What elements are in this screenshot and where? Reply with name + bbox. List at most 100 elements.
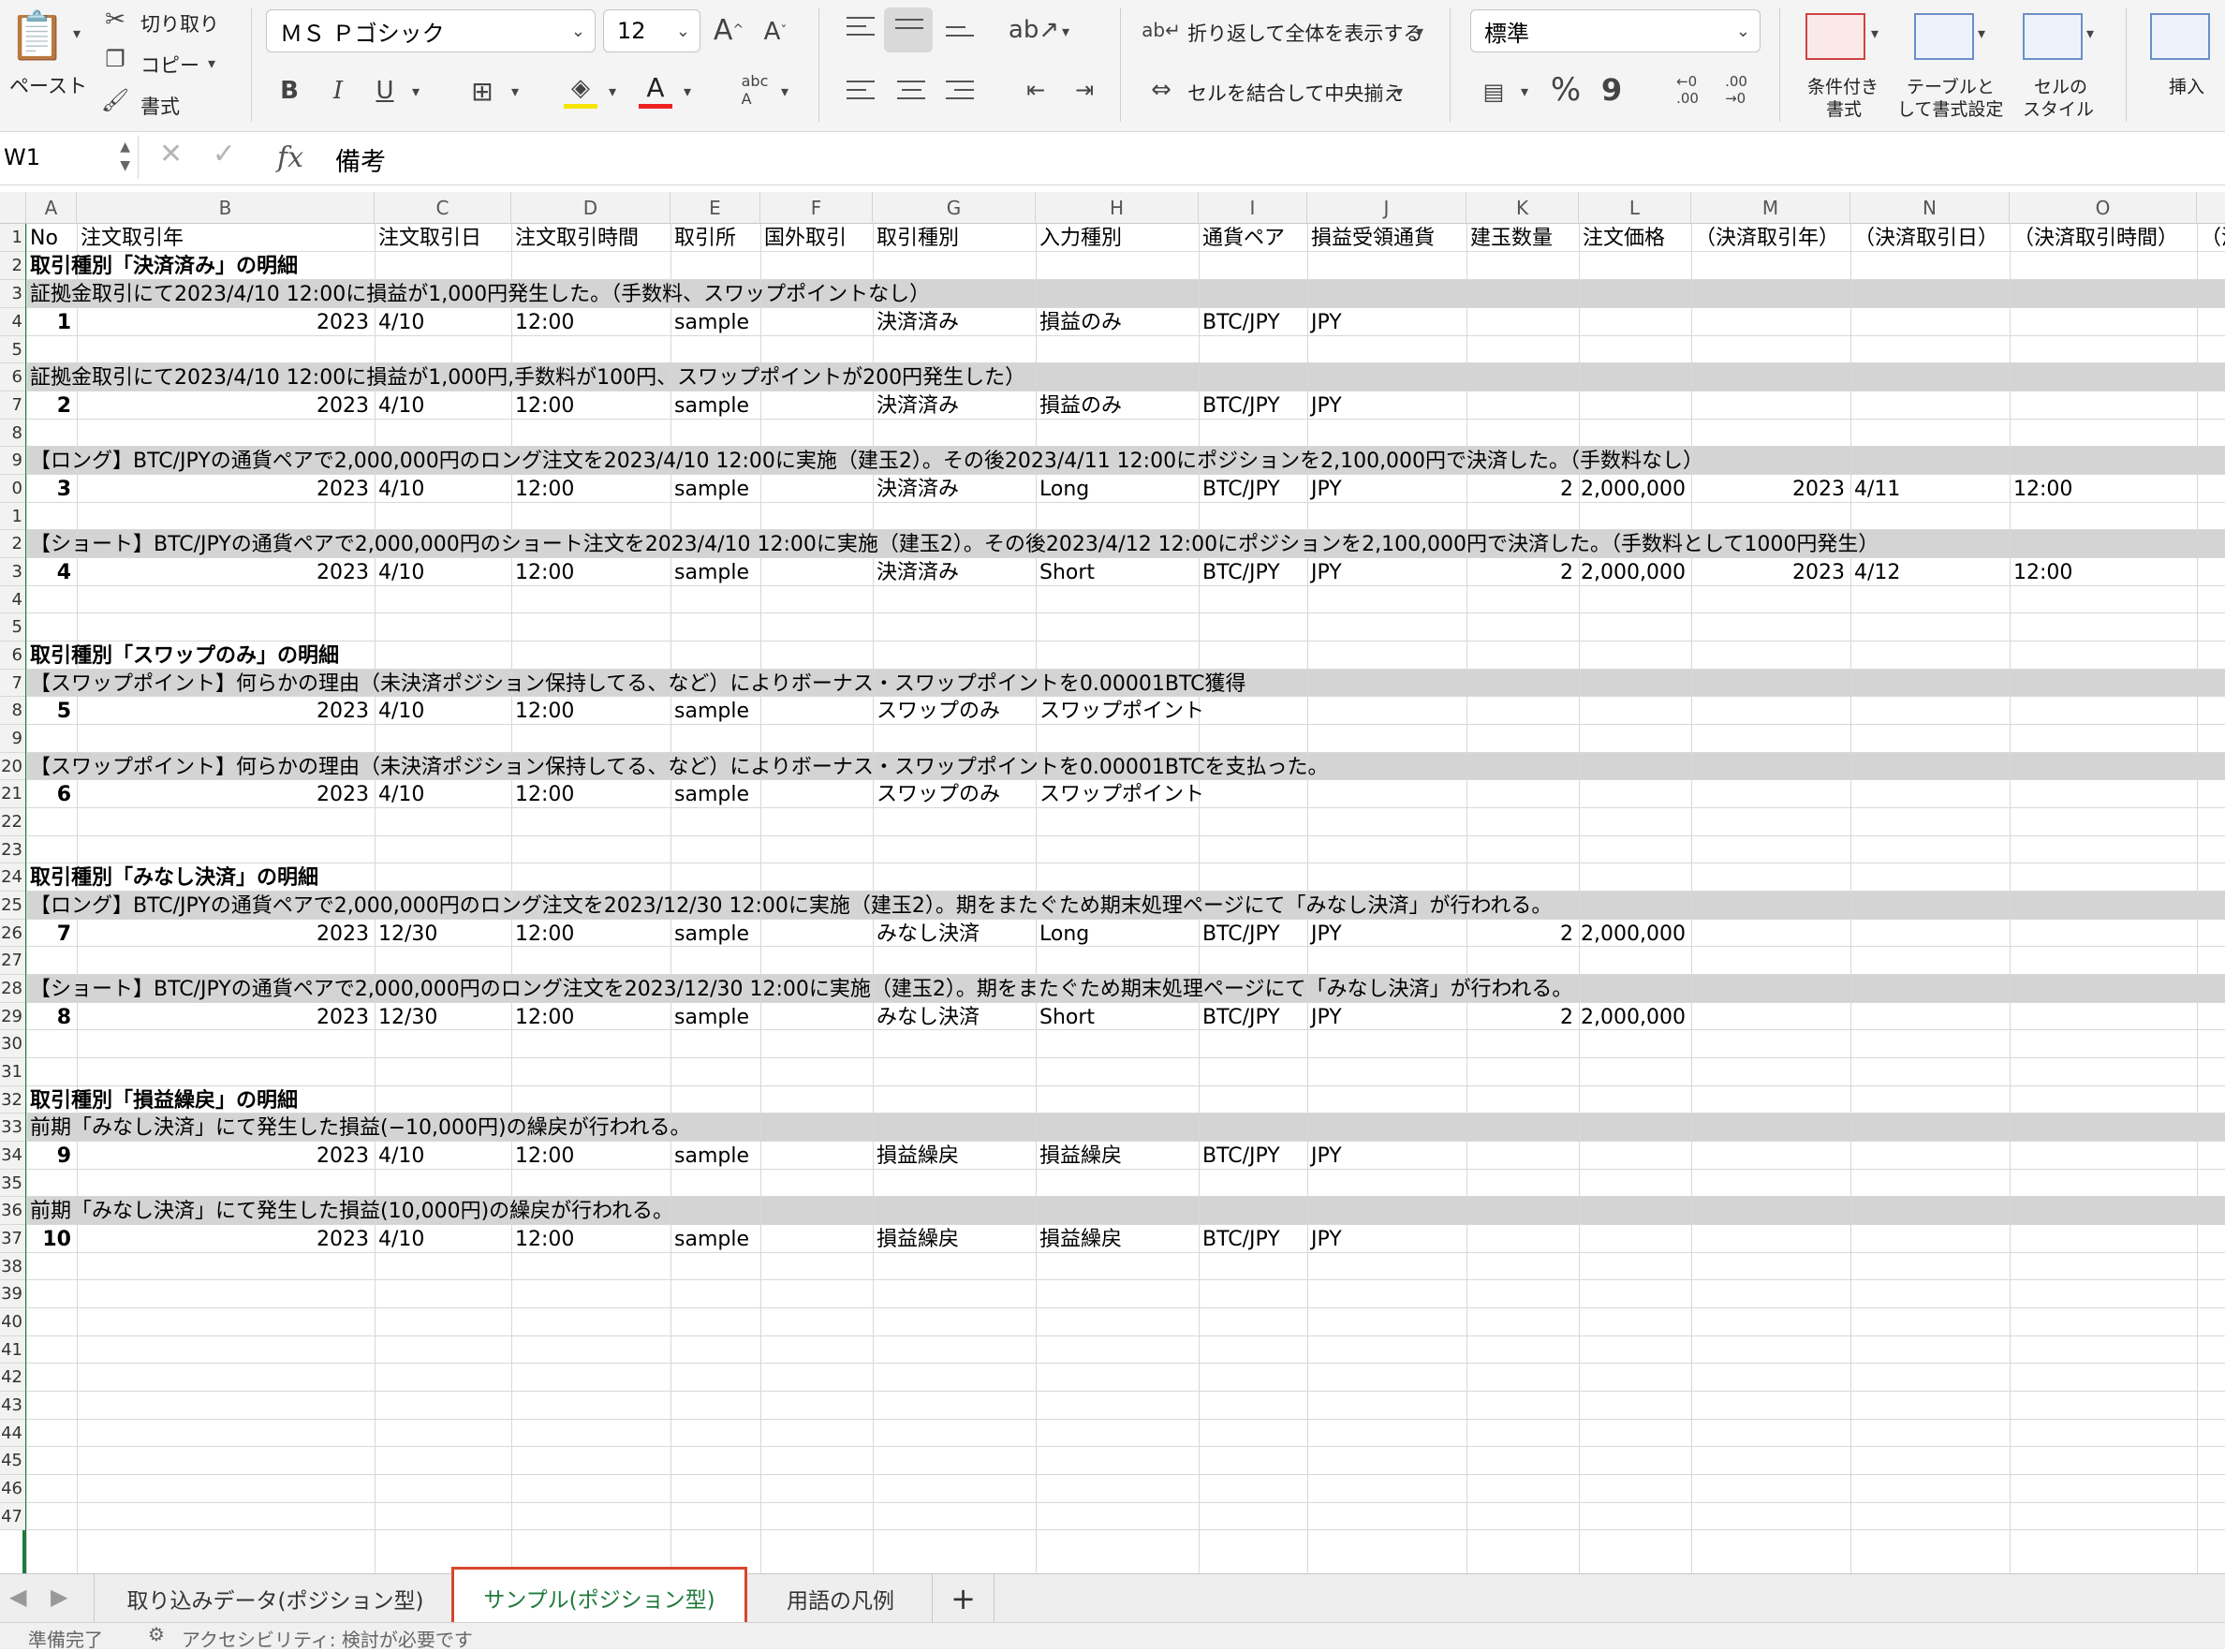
number-format-select[interactable]: 標準 ⌄ (1470, 9, 1761, 52)
trade-type[interactable]: 損益繰戻 (877, 1146, 959, 1167)
pl-currency[interactable]: JPY (1311, 1008, 1342, 1028)
order-price[interactable]: 2,000,000 (1579, 479, 1686, 500)
font-size-select[interactable]: 12 ⌄ (603, 9, 700, 52)
column-header-j[interactable]: J (1307, 192, 1466, 224)
row-header[interactable]: 7 (0, 391, 25, 420)
order-date[interactable]: 4/10 (378, 701, 424, 722)
header-cell[interactable]: 取引所 (674, 229, 736, 249)
pl-currency[interactable]: JPY (1311, 924, 1342, 945)
paste-dropdown-icon[interactable]: ▾ (73, 24, 81, 42)
input-type[interactable]: 損益のみ (1039, 396, 1122, 417)
order-time[interactable]: 12:00 (515, 785, 574, 805)
trade-type[interactable]: 決済済み (877, 313, 959, 333)
record-no[interactable]: 1 (26, 313, 71, 333)
order-date[interactable]: 4/10 (378, 563, 424, 583)
row-header[interactable]: 38 (0, 1253, 25, 1280)
header-cell[interactable]: 入力種別 (1039, 229, 1122, 249)
insert-icon[interactable] (2150, 13, 2210, 60)
scissors-icon[interactable]: ✂ (101, 6, 129, 34)
exchange[interactable]: sample (674, 1230, 749, 1250)
copy-dropdown-icon[interactable]: ▾ (208, 54, 215, 72)
copy-icon[interactable]: ❐ (99, 45, 131, 73)
table-format-dropdown-icon[interactable]: ▾ (1978, 24, 1985, 42)
settle-date[interactable]: 4/11 (1854, 479, 1900, 500)
row-header[interactable]: 9 (0, 725, 25, 753)
column-header-n[interactable]: N (1850, 192, 2010, 224)
order-time[interactable]: 12:00 (515, 563, 574, 583)
table-format-label-2[interactable]: して書式設定 (1897, 96, 2003, 121)
row-header[interactable]: 9 (0, 447, 25, 475)
exchange[interactable]: sample (674, 479, 749, 500)
header-cell[interactable]: （決 (2201, 229, 2225, 249)
merge-center-icon[interactable]: ⇔ (1144, 73, 1178, 107)
row-header[interactable]: 25 (0, 892, 25, 920)
row-header[interactable]: 2 (0, 252, 25, 280)
sheet-tab-sample[interactable]: サンプル(ポジション型) (451, 1567, 747, 1629)
section-title[interactable]: 取引種別「損益繰戻」の明細 (30, 1091, 298, 1112)
align-bottom-icon[interactable] (946, 26, 974, 43)
pl-currency[interactable]: JPY (1311, 396, 1342, 417)
row-header[interactable]: 5 (0, 613, 25, 642)
exchange[interactable]: sample (674, 1008, 749, 1028)
row-header[interactable]: 37 (0, 1225, 25, 1253)
exchange[interactable]: sample (674, 313, 749, 333)
description-cell[interactable]: 【スワップポイント】何らかの理由（未決済ポジション保持してる、など）によりボーナ… (30, 674, 1245, 695)
order-date[interactable]: 4/10 (378, 479, 424, 500)
underline-dropdown-icon[interactable]: ▾ (412, 82, 420, 100)
orientation-icon[interactable]: ab↗ (1009, 11, 1059, 49)
decrease-font-icon[interactable]: Aˇ (759, 13, 792, 51)
settle-time[interactable]: 12:00 (2013, 479, 2072, 500)
order-date[interactable]: 4/10 (378, 1230, 424, 1250)
row-header[interactable]: 20 (0, 753, 25, 780)
quantity[interactable]: 2 (1466, 479, 1573, 500)
row-header[interactable]: 33 (0, 1114, 25, 1142)
border-icon[interactable]: ⊞ (466, 73, 498, 109)
row-header[interactable]: 40 (0, 1308, 25, 1336)
sheet-tab-glossary[interactable]: 用語の凡例 (749, 1574, 933, 1623)
row-header[interactable]: 1 (0, 224, 25, 252)
paste-icon[interactable]: 📋 (8, 7, 66, 64)
row-header[interactable]: 23 (0, 836, 25, 863)
row-header[interactable]: 3 (0, 280, 25, 308)
order-time[interactable]: 12:00 (515, 1146, 574, 1167)
header-cell[interactable]: 注文取引日 (378, 229, 481, 249)
order-price[interactable]: 2,000,000 (1579, 563, 1686, 583)
exchange[interactable]: sample (674, 396, 749, 417)
align-left-icon[interactable] (847, 81, 875, 106)
description-cell[interactable]: 証拠金取引にて2023/4/10 12:00に損益が1,000円,手数料が100… (30, 368, 1025, 389)
table-format-icon[interactable] (1914, 13, 1974, 60)
input-type[interactable]: Long (1039, 479, 1089, 500)
row-header[interactable]: 26 (0, 920, 25, 947)
row-header[interactable]: 1 (0, 503, 25, 530)
percent-button[interactable]: % (1547, 71, 1584, 109)
fill-color-dropdown-icon[interactable]: ▾ (609, 82, 616, 100)
exchange[interactable]: sample (674, 563, 749, 583)
row-header[interactable]: 0 (0, 475, 25, 503)
increase-indent-icon[interactable]: ⇥ (1068, 73, 1101, 107)
font-name-select[interactable]: ＭＳ Ｐゴシック ⌄ (266, 9, 596, 52)
order-date[interactable]: 12/30 (378, 1008, 437, 1028)
description-cell[interactable]: 【ロング】BTC/JPYの通貨ペアで2,000,000円のロング注文を2023/… (30, 451, 1703, 472)
close-icon[interactable]: ✕ (159, 138, 183, 170)
merge-center-label[interactable]: セルを結合して中央揃え (1187, 79, 1403, 107)
order-time[interactable]: 12:00 (515, 701, 574, 722)
wrap-text-icon[interactable]: ab↵ (1142, 13, 1181, 47)
description-cell[interactable]: 【スワップポイント】何らかの理由（未決済ポジション保持してる、など）によりボーナ… (30, 758, 1328, 778)
trade-type[interactable]: 決済済み (877, 396, 959, 417)
order-date[interactable]: 4/10 (378, 785, 424, 805)
input-type[interactable]: スワップポイント (1039, 701, 1204, 722)
order-year[interactable]: 2023 (77, 479, 369, 500)
select-all-corner[interactable] (0, 192, 26, 224)
column-header-c[interactable]: C (375, 192, 511, 224)
order-year[interactable]: 2023 (77, 924, 369, 945)
trade-type[interactable]: みなし決済 (877, 1008, 980, 1028)
settle-year[interactable]: 2023 (1691, 563, 1845, 583)
conditional-format-label-2[interactable]: 書式 (1826, 96, 1862, 121)
trade-type[interactable]: 決済済み (877, 479, 959, 500)
order-price[interactable]: 2,000,000 (1579, 1008, 1686, 1028)
row-header[interactable]: 29 (0, 1003, 25, 1030)
quantity[interactable]: 2 (1466, 924, 1573, 945)
order-date[interactable]: 12/30 (378, 924, 437, 945)
cell-style-label[interactable]: セルの (2034, 73, 2087, 98)
merge-center-dropdown-icon[interactable]: ▾ (1395, 82, 1403, 100)
